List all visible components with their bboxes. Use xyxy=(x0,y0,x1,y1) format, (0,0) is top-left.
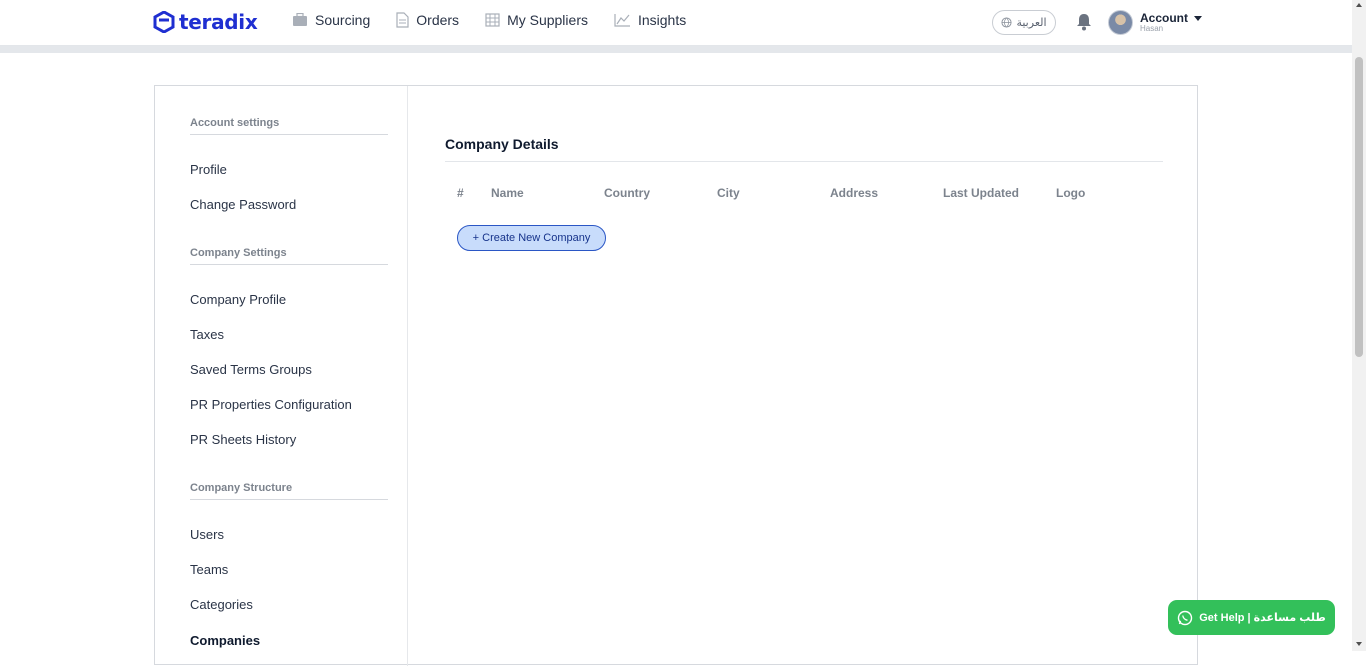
sidebar-item-categories[interactable]: Categories xyxy=(190,597,253,612)
whatsapp-icon xyxy=(1178,610,1193,625)
page-title: Company Details xyxy=(445,136,559,152)
column-header-last-updated: Last Updated xyxy=(943,186,1020,200)
globe-icon xyxy=(1001,17,1013,28)
sidebar-item-pr-sheets-history[interactable]: PR Sheets History xyxy=(190,432,296,447)
page-scrollbar[interactable] xyxy=(1352,0,1366,651)
create-new-company-button[interactable]: + Create New Company xyxy=(457,225,606,251)
settings-card: Account settings Profile Change Password… xyxy=(154,85,1198,666)
section-title-company-structure: Company Structure xyxy=(190,482,388,500)
avatar[interactable] xyxy=(1108,10,1133,35)
nav-sourcing-label: Sourcing xyxy=(315,12,371,28)
document-icon xyxy=(396,12,409,28)
sidebar-item-company-profile[interactable]: Company Profile xyxy=(190,292,286,307)
nav-my-suppliers-label: My Suppliers xyxy=(507,12,588,28)
sidebar-item-users[interactable]: Users xyxy=(190,527,224,542)
account-username: Hasan xyxy=(1140,24,1164,33)
sidebar-item-saved-terms-groups[interactable]: Saved Terms Groups xyxy=(190,362,312,377)
account-menu[interactable]: Account Hasan xyxy=(1140,11,1202,33)
nav-insights-label: Insights xyxy=(637,12,687,28)
sidebar-item-taxes[interactable]: Taxes xyxy=(190,327,224,342)
header-divider xyxy=(0,46,1352,53)
sidebar-item-profile[interactable]: Profile xyxy=(190,162,227,177)
sidebar-item-teams[interactable]: Teams xyxy=(190,562,228,577)
nav-insights[interactable]: Insights xyxy=(614,12,686,28)
chart-icon xyxy=(614,14,630,27)
get-help-label: Get Help | طلب مساعدة xyxy=(1199,612,1326,624)
get-help-button[interactable]: Get Help | طلب مساعدة xyxy=(1168,600,1335,635)
building-icon xyxy=(485,13,500,27)
nav-orders[interactable]: Orders xyxy=(396,12,459,28)
column-header-city: City xyxy=(717,186,740,200)
scrollbar-thumb[interactable] xyxy=(1355,57,1363,357)
section-title-company-settings: Company Settings xyxy=(190,247,388,265)
sidebar-item-pr-properties-configuration[interactable]: PR Properties Configuration xyxy=(190,397,352,412)
teradix-logo[interactable]: teradix xyxy=(153,9,258,35)
main-nav: Sourcing Orders My Suppliers Insights xyxy=(292,12,712,28)
brand-name: teradix xyxy=(179,10,258,34)
nav-orders-label: Orders xyxy=(416,12,460,28)
column-header-address: Address xyxy=(830,186,879,200)
nav-sourcing[interactable]: Sourcing xyxy=(292,12,370,28)
title-divider xyxy=(445,161,1163,162)
account-label: Account xyxy=(1140,11,1188,25)
briefcase-icon xyxy=(293,13,307,26)
settings-sidebar: Account settings Profile Change Password… xyxy=(155,86,408,666)
bell-icon xyxy=(1077,14,1091,31)
sidebar-item-change-password[interactable]: Change Password xyxy=(190,197,296,212)
section-title-account-settings: Account settings xyxy=(190,117,388,135)
teradix-logo-icon xyxy=(153,11,175,33)
scroll-down-arrow-icon[interactable] xyxy=(1356,642,1362,646)
language-label: العربية xyxy=(1016,17,1047,29)
top-navigation-bar: teradix Sourcing Orders My Suppliers Ins… xyxy=(0,0,1352,46)
scroll-up-arrow-icon[interactable] xyxy=(1356,3,1362,7)
notifications-button[interactable] xyxy=(1075,12,1093,36)
column-header-country: Country xyxy=(604,186,650,200)
column-header-logo: Logo xyxy=(1056,186,1086,200)
column-header-name: Name xyxy=(491,186,524,200)
column-header-index: # xyxy=(457,186,464,200)
account-label-row: Account xyxy=(1140,11,1202,25)
chevron-down-icon xyxy=(1194,15,1202,21)
nav-my-suppliers[interactable]: My Suppliers xyxy=(485,12,588,28)
language-switch[interactable]: العربية xyxy=(992,10,1056,35)
sidebar-item-companies[interactable]: Companies xyxy=(190,633,260,648)
